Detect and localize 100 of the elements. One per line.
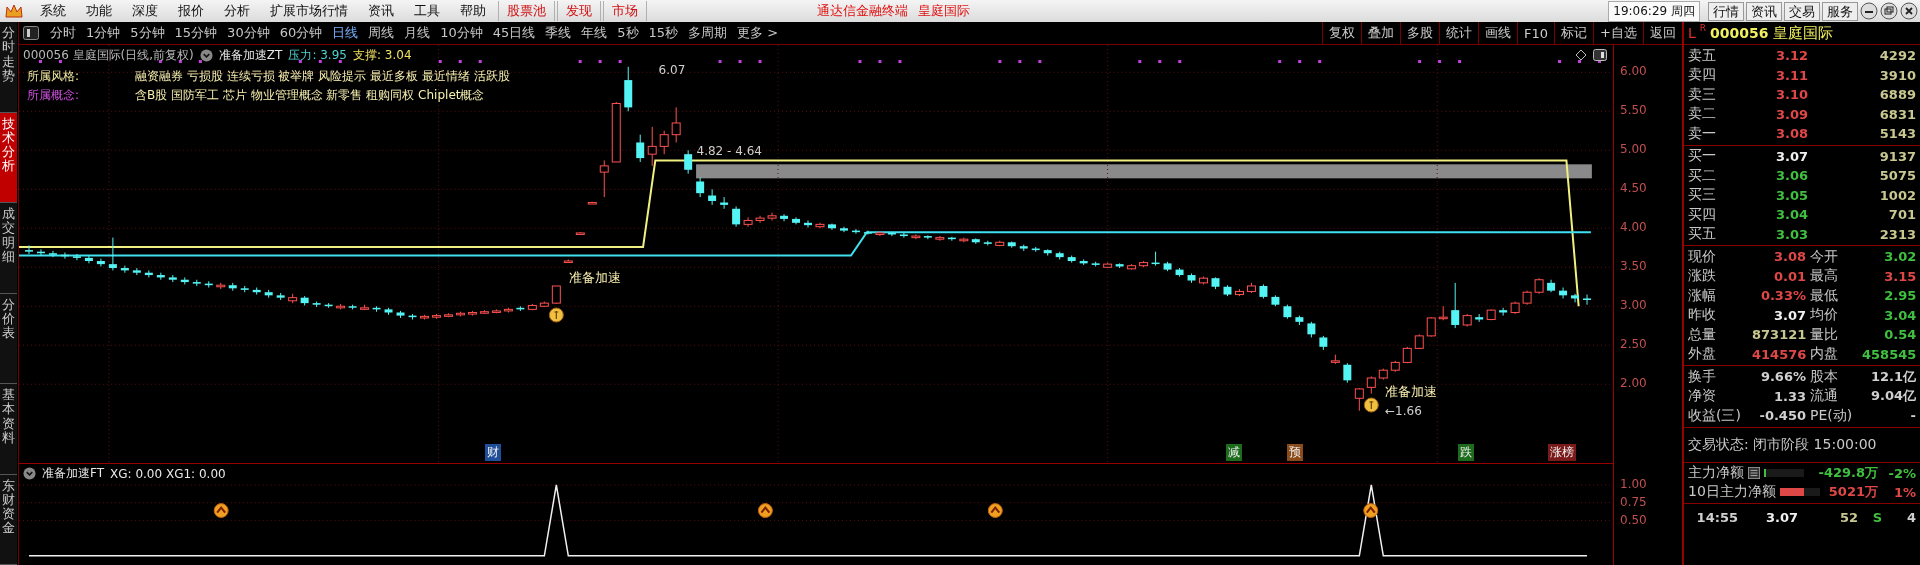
tag-label: 所属概念: xyxy=(27,87,81,104)
candlestick xyxy=(24,244,33,255)
period-tab[interactable]: 15分钟 xyxy=(169,24,223,42)
stock-title: 皇庭国际 xyxy=(918,2,970,20)
period-tab[interactable]: 更多 > xyxy=(732,24,784,42)
tag-list: 含B股 国防军工 芯片 物业管理概念 新零售 租购同权 Chiplet概念 xyxy=(135,87,485,104)
candlestick xyxy=(132,267,141,276)
period-tab[interactable]: 5分钟 xyxy=(125,24,170,42)
period-tab[interactable]: 分时 xyxy=(45,24,81,42)
candlestick xyxy=(696,177,705,198)
panel-icon[interactable] xyxy=(1593,49,1607,61)
event-marker[interactable]: 减 xyxy=(1225,444,1242,461)
period-tab[interactable]: 30分钟 xyxy=(222,24,275,42)
price-tick: 4.50 xyxy=(1620,181,1647,196)
period-tab[interactable]: 季线 xyxy=(540,24,577,42)
menu-item[interactable]: 深度 xyxy=(122,2,168,20)
candlestick xyxy=(671,106,681,143)
bid-label: 买四 xyxy=(1688,205,1717,224)
minimize-icon[interactable] xyxy=(1860,2,1878,20)
tick-count: 4 xyxy=(1905,509,1916,525)
candlestick xyxy=(108,237,117,271)
stat-value: 3.02 xyxy=(1883,249,1917,265)
period-tab[interactable]: 1分钟 xyxy=(81,24,126,42)
period-tab[interactable]: 年线 xyxy=(576,24,613,42)
menu-item[interactable]: 报价 xyxy=(168,2,214,20)
ask-volume: 3910 xyxy=(1878,67,1916,83)
top-button[interactable]: 服务 xyxy=(1822,1,1858,21)
tick-volume: 52 xyxy=(1838,509,1858,525)
period-tab[interactable]: 多周期 xyxy=(683,24,733,42)
candlestick xyxy=(647,126,657,167)
panel-toggle-icon[interactable] xyxy=(23,26,39,40)
menu-item[interactable]: 股票池 xyxy=(498,1,555,21)
top-button[interactable]: 资讯 xyxy=(1746,1,1782,21)
stat-label: 昨收 xyxy=(1688,306,1717,325)
side-tab[interactable]: 技术分析 xyxy=(0,112,17,203)
event-marker[interactable]: 涨榜 xyxy=(1547,444,1576,461)
top-button[interactable]: 交易 xyxy=(1784,1,1820,21)
bid-label: 买二 xyxy=(1688,166,1717,185)
ask-price: 3.11 xyxy=(1774,67,1808,83)
period-tab[interactable]: 15秒 xyxy=(643,24,684,42)
event-marker[interactable]: 预 xyxy=(1286,444,1303,461)
side-tab[interactable]: 基本资料 xyxy=(0,384,17,475)
menu-item[interactable]: 工具 xyxy=(404,2,450,20)
period-tab[interactable]: 月线 xyxy=(399,24,436,42)
ask-label: 卖五 xyxy=(1688,46,1717,65)
candlestick xyxy=(72,253,81,261)
side-tab[interactable]: 分价表 xyxy=(0,293,17,384)
menu-item[interactable]: 分析 xyxy=(214,2,260,20)
bid-price: 3.06 xyxy=(1774,168,1808,184)
indicator-name: 准备加速FT xyxy=(42,465,105,482)
event-marker[interactable]: 跌 xyxy=(1458,444,1475,461)
bid-volume: 9137 xyxy=(1878,148,1916,164)
price-tick: 3.00 xyxy=(1620,298,1647,313)
period-tab[interactable]: 日线 xyxy=(327,24,364,42)
signal-label: 准备加速 xyxy=(1385,383,1437,401)
period-tab[interactable]: 60分钟 xyxy=(274,24,328,42)
bid-label: 买一 xyxy=(1688,147,1717,166)
dropdown-icon[interactable] xyxy=(23,467,36,480)
event-marker[interactable]: 财 xyxy=(484,444,501,461)
candlestick xyxy=(1583,294,1592,306)
stat-label: 现价 xyxy=(1688,247,1717,266)
menu-item[interactable]: 市场 xyxy=(603,1,647,21)
diamond-icon[interactable] xyxy=(1575,49,1587,61)
price-tick: 5.00 xyxy=(1620,142,1647,157)
candlestick xyxy=(887,231,896,237)
period-tab[interactable]: 10分钟 xyxy=(435,24,488,42)
list-icon[interactable] xyxy=(1748,467,1760,479)
indicator-tick: 0.50 xyxy=(1620,512,1647,527)
menu-item[interactable]: 发现 xyxy=(557,1,601,21)
stock-code: 000056 xyxy=(1710,25,1769,41)
candlestick xyxy=(48,250,57,258)
menu-item[interactable]: 扩展市场行情 xyxy=(260,2,358,20)
bid-price: 3.05 xyxy=(1774,187,1808,203)
tick-side: S xyxy=(1871,509,1882,525)
side-tab[interactable]: 分时走势 xyxy=(0,22,17,113)
side-tab[interactable]: 成交明细 xyxy=(0,203,17,294)
restore-icon[interactable] xyxy=(1880,2,1898,20)
menu-item[interactable]: 帮助 xyxy=(450,2,496,20)
period-tab[interactable]: 5秒 xyxy=(612,24,644,42)
fund-flow-amount: 5021万 xyxy=(1827,483,1878,501)
top-button[interactable]: 行情 xyxy=(1708,1,1744,21)
indicator-tick: 0.75 xyxy=(1620,495,1647,510)
period-tab[interactable]: 周线 xyxy=(363,24,400,42)
period-tab[interactable]: 45日线 xyxy=(487,24,541,42)
stat-label: 收益(三) xyxy=(1688,406,1742,425)
dropdown-icon[interactable] xyxy=(199,49,213,62)
bid-price: 3.07 xyxy=(1774,148,1808,164)
candlestick xyxy=(636,134,645,163)
price-tick: 3.50 xyxy=(1620,259,1647,274)
ask-price: 3.09 xyxy=(1774,106,1808,122)
stat-label: 外盘 xyxy=(1688,345,1717,364)
candlestick xyxy=(1343,362,1352,384)
menu-item[interactable]: 功能 xyxy=(76,2,122,20)
stat-label: 最高 xyxy=(1809,267,1839,286)
stat-label: 均价 xyxy=(1809,306,1839,325)
close-icon[interactable] xyxy=(1900,2,1918,20)
side-tab[interactable]: 东财资金 xyxy=(0,474,17,565)
menu-item[interactable]: 系统 xyxy=(30,2,76,20)
menu-item[interactable]: 资讯 xyxy=(358,2,404,20)
stat-value: 9.66% xyxy=(1759,369,1806,385)
